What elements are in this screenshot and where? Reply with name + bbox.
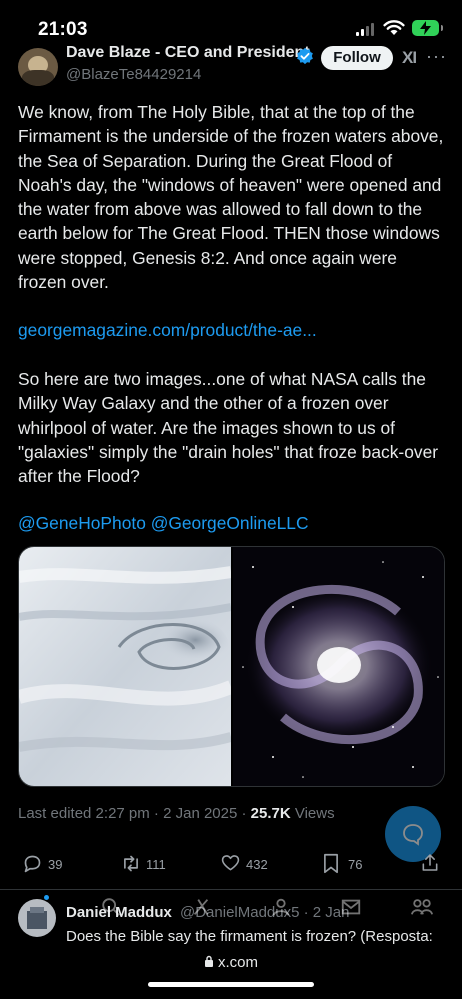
grok-icon[interactable]: XI bbox=[402, 48, 417, 68]
lock-icon bbox=[204, 955, 213, 967]
tweet-meta: Last edited 2:27 pm · 2 Jan 2025 · 25.7K… bbox=[18, 805, 335, 822]
tweet-media[interactable] bbox=[18, 546, 445, 787]
tweet-link[interactable]: georgemagazine.com/product/the-ae... bbox=[18, 318, 450, 342]
bookmark-icon bbox=[324, 853, 338, 874]
notification-dot bbox=[44, 895, 49, 900]
reply-author-handle[interactable]: @DanielMaddux5 · 2 Jan bbox=[180, 904, 349, 921]
repost-icon bbox=[124, 855, 138, 872]
views-label: Views bbox=[290, 805, 335, 822]
more-icon[interactable]: ··· bbox=[426, 46, 447, 67]
divider bbox=[0, 889, 462, 890]
reply-text[interactable]: Does the Bible say the firmament is froz… bbox=[66, 928, 456, 944]
share-icon bbox=[422, 854, 438, 871]
status-time: 21:03 bbox=[38, 19, 88, 40]
like-count: 432 bbox=[246, 857, 268, 872]
url-text: x.com bbox=[217, 954, 258, 971]
tweet-paragraph-2: So here are two images...one of what NAS… bbox=[18, 369, 439, 487]
follow-button[interactable]: Follow bbox=[321, 46, 393, 70]
author-handle[interactable]: @BlazeTe84429214 bbox=[66, 66, 201, 83]
tweet-paragraph-1: We know, from The Holy Bible, that at th… bbox=[18, 102, 444, 293]
bookmark-count: 76 bbox=[348, 857, 363, 872]
wifi-icon bbox=[383, 20, 405, 35]
reply-icon bbox=[24, 855, 41, 873]
reply-count: 39 bbox=[48, 857, 63, 872]
author-name[interactable]: Dave Blaze - CEO and President bbox=[66, 40, 316, 62]
like-icon bbox=[221, 855, 240, 871]
communities-tab-icon bbox=[411, 899, 433, 915]
home-indicator[interactable] bbox=[148, 982, 314, 987]
edited-timestamp: Last edited 2:27 pm · 2 Jan 2025 · bbox=[18, 805, 251, 822]
whirlpool-image[interactable] bbox=[19, 547, 231, 787]
verified-badge-icon bbox=[297, 47, 313, 65]
reply-author-name[interactable]: Daniel Maddux bbox=[66, 904, 172, 921]
galaxy-image[interactable] bbox=[233, 547, 445, 787]
views-count: 25.7K bbox=[250, 805, 291, 822]
browser-url-bar[interactable]: x.com bbox=[0, 944, 462, 999]
reply-avatar[interactable] bbox=[18, 899, 56, 937]
author-avatar[interactable] bbox=[18, 48, 58, 86]
tweet-mentions[interactable]: @GeneHoPhoto @GeorgeOnlineLLC bbox=[18, 511, 450, 535]
signal-icon bbox=[356, 22, 376, 36]
battery-icon bbox=[412, 20, 443, 36]
compose-icon bbox=[403, 824, 423, 846]
repost-count: 111 bbox=[146, 857, 166, 872]
url-display[interactable]: x.com bbox=[0, 954, 462, 971]
